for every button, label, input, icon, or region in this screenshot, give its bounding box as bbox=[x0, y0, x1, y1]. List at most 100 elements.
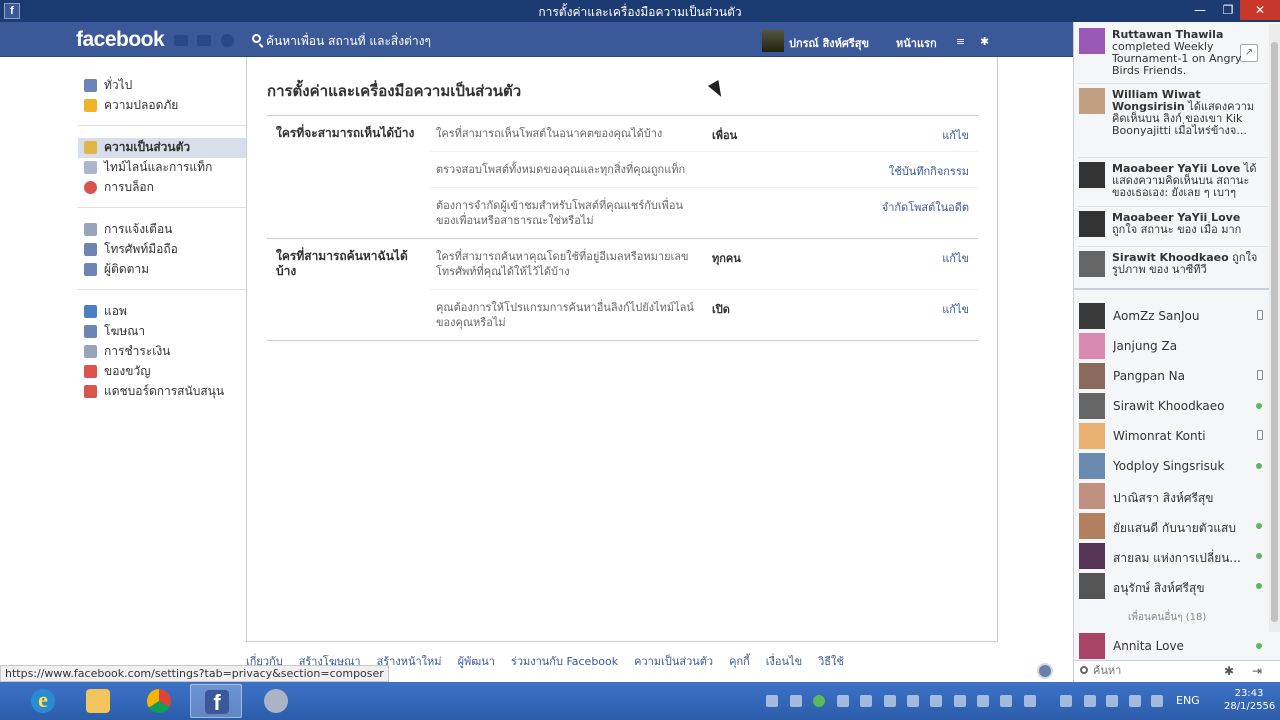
tray-icon[interactable] bbox=[1106, 695, 1118, 707]
home-link[interactable]: หน้าแรก bbox=[896, 34, 937, 52]
nav-group: การแจ้งเตือน โทรศัพท์มือถือ ผู้ติดตาม bbox=[78, 216, 246, 290]
clock[interactable]: 23:43 28/1/2556 bbox=[1224, 687, 1275, 713]
setting-action-link[interactable]: แก้ไข bbox=[942, 300, 969, 318]
sidebar-item[interactable]: ผู้ติดตาม bbox=[78, 260, 246, 280]
footer-link[interactable]: เงื่อนไข bbox=[766, 655, 802, 668]
sidebar-item[interactable]: ทั่วไป bbox=[78, 76, 246, 96]
sidebar-item[interactable]: ไทม์ไลน์และการแท็ก bbox=[78, 158, 246, 178]
folder-icon bbox=[86, 689, 110, 713]
close-button[interactable]: ✕ bbox=[1240, 0, 1280, 20]
setting-action-link[interactable]: ใช้บันทึกกิจกรรม bbox=[889, 162, 969, 180]
profile-link[interactable]: ปกรณ์ สิงห์ศรีสุข bbox=[789, 34, 869, 52]
sidebar-item[interactable]: แอพ bbox=[78, 302, 246, 322]
avatar[interactable] bbox=[1079, 88, 1105, 114]
chat-search-input[interactable] bbox=[1093, 664, 1213, 677]
chat-friend[interactable]: Pangpan Na bbox=[1078, 362, 1268, 390]
tray-icon[interactable] bbox=[790, 695, 802, 707]
hide-sidebar-icon[interactable]: ⇥ bbox=[1252, 664, 1262, 678]
tray-icon[interactable] bbox=[954, 695, 966, 707]
input-language[interactable]: ENG bbox=[1176, 694, 1200, 707]
ticker-story[interactable]: William Wiwat Wongsirisin ได้แสดงความคิด… bbox=[1112, 89, 1262, 137]
account-settings-icon[interactable]: ✱ bbox=[980, 35, 989, 48]
chat-friend[interactable]: ปาณิสรา สิงห์ศรีสุข bbox=[1078, 482, 1268, 510]
maximize-button[interactable]: ❐ bbox=[1214, 0, 1242, 20]
chat-friend[interactable]: ยัยแสนดี กับนายตัวแสบ bbox=[1078, 512, 1268, 540]
messages-icon[interactable] bbox=[197, 35, 211, 46]
privacy-shortcuts-icon[interactable]: ≡ bbox=[956, 35, 965, 48]
rss-icon bbox=[84, 263, 97, 276]
sidebar-item[interactable]: ของขวัญ bbox=[78, 362, 246, 382]
tray-icon[interactable] bbox=[884, 695, 896, 707]
sidebar-item-label: การบล็อก bbox=[104, 180, 154, 194]
avatar[interactable] bbox=[1079, 162, 1105, 188]
chat-friend[interactable]: Sirawit Khoodkaeo bbox=[1078, 392, 1268, 420]
volume-icon[interactable] bbox=[1151, 695, 1163, 707]
search-input[interactable] bbox=[266, 31, 546, 51]
sidebar-item[interactable]: ความปลอดภัย bbox=[78, 96, 246, 116]
taskbar-chrome[interactable] bbox=[133, 684, 185, 718]
avatar[interactable] bbox=[1079, 251, 1105, 277]
tray-icon[interactable] bbox=[766, 695, 778, 707]
avatar[interactable] bbox=[762, 30, 784, 52]
ads-icon bbox=[84, 325, 97, 338]
sidebar-item[interactable]: การชำระเงิน bbox=[78, 342, 246, 362]
internet-explorer-icon: e bbox=[31, 689, 55, 713]
globe-icon[interactable] bbox=[1037, 663, 1053, 679]
footer-link[interactable]: วิธีใช้ bbox=[818, 655, 844, 668]
setting-action-link[interactable]: จำกัดโพสต์ในอดีต bbox=[882, 198, 969, 216]
tray-icon[interactable] bbox=[860, 695, 872, 707]
sidebar-item[interactable]: แดชบอร์ดการสนับสนุน bbox=[78, 382, 246, 402]
tray-icon[interactable] bbox=[1060, 695, 1072, 707]
tray-icon[interactable] bbox=[977, 695, 989, 707]
friend-requests-icon[interactable] bbox=[174, 35, 188, 46]
ticker-story[interactable]: Maoabeer YaYii Love ได้แสดงความคิดเห็นบน… bbox=[1112, 163, 1262, 199]
ticker-story[interactable]: Maoabeer YaYii Love ถูกใจ สถานะ ของ เมื่… bbox=[1112, 212, 1262, 236]
search-icon bbox=[252, 34, 261, 43]
chat-friend[interactable]: อนุรักษ์ สิงห์ศรีสุข bbox=[1078, 572, 1268, 600]
sidebar-item[interactable]: ความเป็นส่วนตัว bbox=[78, 138, 246, 158]
setting-action-link[interactable]: แก้ไข bbox=[942, 249, 969, 267]
chat-options-gear-icon[interactable]: ✱ bbox=[1224, 664, 1234, 678]
taskbar-explorer[interactable] bbox=[72, 684, 124, 718]
gear-icon bbox=[84, 79, 97, 92]
chat-friend[interactable]: สายลม แห่งการเปลี่ยน... bbox=[1078, 542, 1268, 570]
avatar[interactable] bbox=[1079, 211, 1105, 237]
sidebar-scrollbar[interactable] bbox=[1269, 24, 1280, 632]
tray-icon[interactable] bbox=[837, 695, 849, 707]
window-title-bar[interactable]: f การตั้งค่าและเครื่องมือความเป็นส่วนตัว… bbox=[0, 0, 1280, 22]
sidebar-item[interactable]: การแจ้งเตือน bbox=[78, 220, 246, 240]
chat-friend[interactable]: Janjung Za bbox=[1078, 332, 1268, 360]
chat-search-bar: ✱ ⇥ bbox=[1074, 660, 1280, 682]
ticker-story[interactable]: Sirawit Khoodkaeo ถูกใจ รูปภาพ ของ นาซีท… bbox=[1112, 252, 1262, 276]
tray-icon[interactable] bbox=[907, 695, 919, 707]
tray-icon[interactable] bbox=[1084, 695, 1096, 707]
footer-link[interactable]: ความเป็นส่วนตัว bbox=[634, 655, 713, 668]
facebook-logo[interactable]: facebook bbox=[76, 28, 165, 52]
avatar[interactable] bbox=[1079, 28, 1105, 54]
tray-icon[interactable] bbox=[1024, 695, 1036, 707]
tray-icon[interactable] bbox=[930, 695, 942, 707]
taskbar-app[interactable] bbox=[250, 684, 302, 718]
settings-row: ใครที่สามารถค้นหาคุณโดยใช้ที่อยู่อีเมลหร… bbox=[430, 239, 978, 290]
tray-icon[interactable] bbox=[1000, 695, 1012, 707]
taskbar-ie[interactable]: e bbox=[17, 684, 69, 718]
footer-link[interactable]: คุกกี้ bbox=[729, 655, 750, 668]
scrollbar-thumb[interactable] bbox=[1271, 42, 1278, 622]
taskbar-facebook[interactable]: f bbox=[190, 684, 242, 718]
chat-friend[interactable]: Wimonrat Konti bbox=[1078, 422, 1268, 450]
sidebar-item[interactable]: การบล็อก bbox=[78, 178, 246, 198]
ticker-story[interactable]: Ruttawan Thawila completed Weekly Tourna… bbox=[1112, 29, 1262, 77]
notifications-icon[interactable] bbox=[221, 34, 234, 47]
setting-action-link[interactable]: แก้ไข bbox=[942, 126, 969, 144]
sidebar-item[interactable]: โฆษณา bbox=[78, 322, 246, 342]
sidebar-item[interactable]: โทรศัพท์มือถือ bbox=[78, 240, 246, 260]
chat-friend[interactable]: AomZz SanJou bbox=[1078, 302, 1268, 330]
footer-link[interactable]: ผู้พัฒนา bbox=[458, 655, 495, 668]
chat-friend[interactable]: Annita Love bbox=[1078, 632, 1268, 660]
footer-link[interactable]: ร่วมงานกับ Facebook bbox=[511, 655, 618, 668]
tray-icon[interactable] bbox=[813, 695, 825, 707]
chat-friend[interactable]: Yodploy Singsrisuk bbox=[1078, 452, 1268, 480]
minimize-button[interactable]: — bbox=[1186, 0, 1214, 20]
network-icon[interactable] bbox=[1129, 695, 1141, 707]
avatar bbox=[1079, 363, 1105, 389]
